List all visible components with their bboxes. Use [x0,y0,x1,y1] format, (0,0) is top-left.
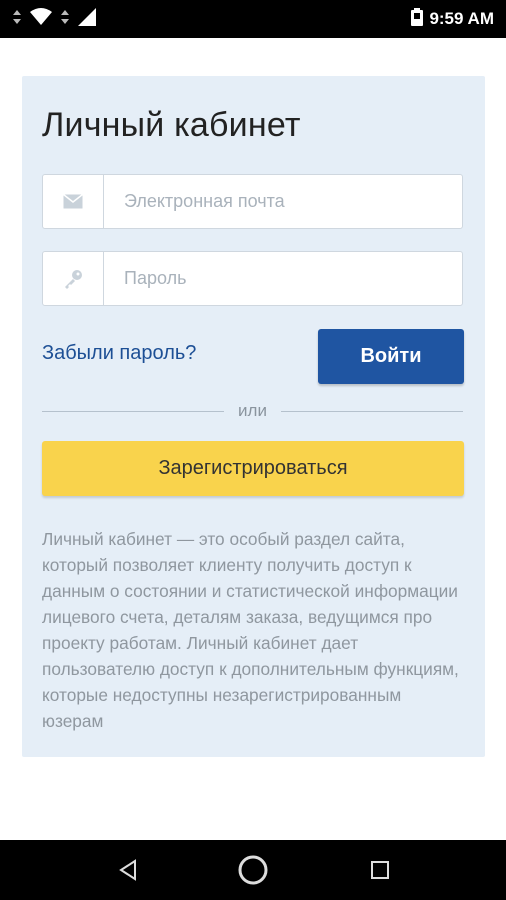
key-icon [43,252,104,305]
page-title: Личный кабинет [42,106,301,144]
email-input[interactable] [104,175,462,228]
mail-icon [43,175,104,228]
password-field [42,251,463,306]
recents-icon[interactable] [356,846,404,894]
register-button[interactable]: Зарегистрироваться [42,441,464,496]
login-button[interactable]: Войти [318,329,464,384]
status-time: 9:59 AM [429,9,494,28]
divider-line-right [280,410,464,412]
divider-text: или [238,401,267,420]
or-divider: или [42,401,464,421]
data-arrows-icon [12,9,22,30]
forgot-password-link[interactable]: Забыли пароль? [42,342,196,365]
home-icon[interactable] [229,846,277,894]
password-input[interactable] [104,252,462,305]
login-card: Личный кабинет Забыли пароль? Войти или … [22,76,485,757]
divider-line-left [42,410,225,412]
back-icon[interactable] [104,846,152,894]
wifi-icon [30,7,52,31]
description-text: Личный кабинет — это особый раздел сайта… [42,529,459,731]
status-left [12,7,96,31]
navigation-bar [0,840,506,900]
battery-icon [411,7,424,31]
data-arrows-icon [60,9,70,30]
email-field [42,174,463,229]
status-right: 9:59 AM [411,7,494,31]
status-bar: 9:59 AM [0,0,506,38]
signal-icon [78,7,96,31]
